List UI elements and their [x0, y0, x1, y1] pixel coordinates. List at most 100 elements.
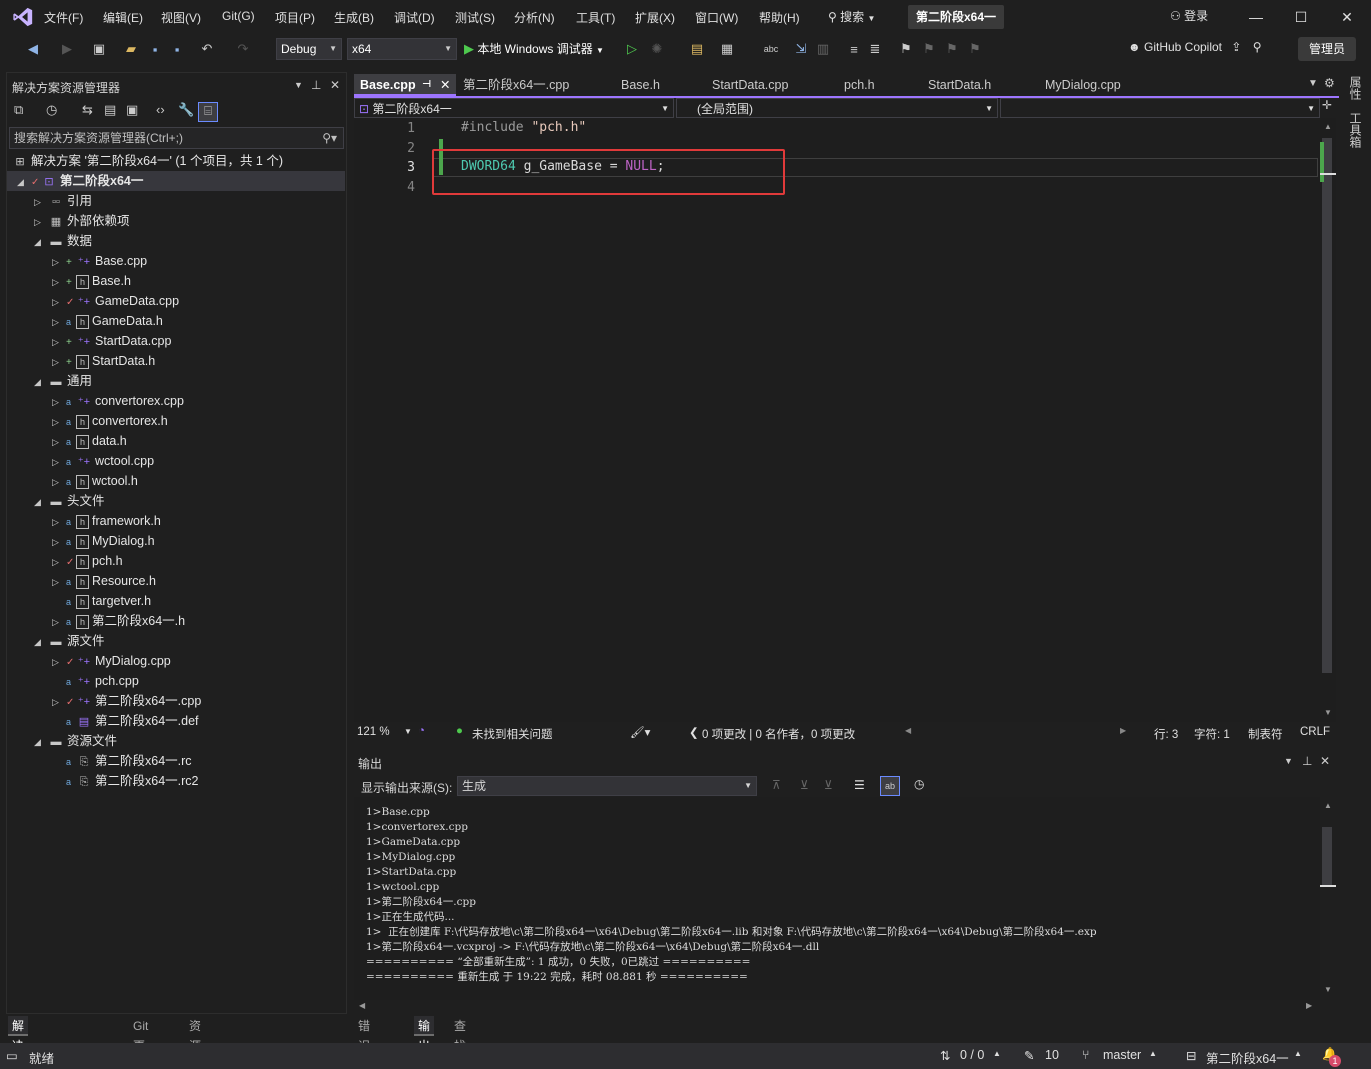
- login-button[interactable]: ⚇ 登录: [1170, 7, 1208, 24]
- collapse-arrow-icon[interactable]: ◢: [34, 732, 48, 752]
- tree-item[interactable]: ▷ a ⁺+ wctool.cpp: [52, 451, 154, 471]
- pin-icon[interactable]: ⊥: [311, 78, 321, 92]
- side-tab-toolbox[interactable]: 工具箱: [1344, 112, 1364, 148]
- clear-bookmark-icon[interactable]: ⚑: [966, 40, 984, 58]
- tab-base-cpp[interactable]: Base.cpp ⊣ ✕: [354, 74, 456, 96]
- scroll-thumb[interactable]: [1322, 138, 1332, 673]
- tab-output[interactable]: 输出: [414, 1016, 435, 1053]
- minimize-button[interactable]: —: [1236, 4, 1276, 30]
- vs-switch-icon[interactable]: ⧉: [14, 102, 23, 118]
- member-select[interactable]: ▼: [1000, 98, 1320, 118]
- collapse-arrow-icon[interactable]: ◢: [34, 372, 48, 392]
- start-without-debugging-icon[interactable]: ▷: [623, 40, 641, 58]
- output-hscrollbar[interactable]: ◀ ▶: [354, 1001, 1320, 1014]
- project-scope-select[interactable]: ⊡ 第二阶段x64一 ▼: [354, 98, 674, 118]
- close-icon[interactable]: ✕: [1320, 754, 1330, 768]
- scroll-thumb[interactable]: [1322, 827, 1332, 887]
- bookmark-icon[interactable]: ⚑: [897, 40, 915, 58]
- menu-help[interactable]: 帮助(H): [759, 9, 800, 26]
- expand-arrow-icon[interactable]: ▷: [52, 352, 66, 372]
- tab-list-icon[interactable]: ▼: [1308, 78, 1318, 89]
- git-changes-status[interactable]: 0 项更改 | 0 名作者，0 项更改: [702, 726, 855, 742]
- issues-status[interactable]: 未找到相关问题: [472, 726, 553, 742]
- tree-item[interactable]: a ⎘ 第二阶段x64一.rc2: [52, 771, 199, 791]
- history-icon[interactable]: ◷: [46, 102, 57, 118]
- side-tab-properties[interactable]: 属性: [1344, 76, 1364, 100]
- save-all-icon[interactable]: ▪: [168, 40, 186, 58]
- expand-arrow-icon[interactable]: ▷: [52, 532, 66, 552]
- menu-analyze[interactable]: 分析(N): [514, 9, 555, 26]
- project-node[interactable]: ◢ ✓ ⊡ 第二阶段x64一: [7, 171, 345, 191]
- menu-git[interactable]: Git(G): [222, 9, 255, 23]
- pending-edits-count[interactable]: 10: [1045, 1048, 1059, 1062]
- line-indicator[interactable]: 行: 3: [1154, 726, 1178, 742]
- expand-arrow-icon[interactable]: ▷: [52, 412, 66, 432]
- scroll-down-icon[interactable]: ▼: [1324, 985, 1332, 994]
- close-window-button[interactable]: ✕: [1327, 4, 1367, 30]
- new-project-icon[interactable]: ▣: [90, 40, 108, 58]
- tree-item[interactable]: ▷ a h framework.h: [52, 511, 161, 531]
- menu-edit[interactable]: 编辑(E): [103, 9, 143, 26]
- zoom-level[interactable]: 121 %: [357, 726, 390, 738]
- comment-icon[interactable]: ▥: [814, 40, 832, 58]
- expand-arrow-icon[interactable]: ▷: [34, 192, 48, 212]
- start-debugging-button[interactable]: ▶ 本地 Windows 调试器 ▼: [464, 40, 604, 57]
- tree-item[interactable]: ◢ ▬ 资源文件: [34, 731, 117, 751]
- tab-solution-explorer[interactable]: 解决方案资源管理器: [8, 1016, 29, 1069]
- tree-item[interactable]: a h targetver.h: [52, 591, 151, 611]
- expand-arrow-icon[interactable]: ▷: [52, 292, 66, 312]
- output-source-select[interactable]: 生成 ▼: [457, 776, 757, 796]
- search-button[interactable]: ⚲ 搜索 ▼: [828, 6, 896, 28]
- tree-item[interactable]: ▷ ✓ ⁺+ GameData.cpp: [52, 291, 179, 311]
- tree-item[interactable]: ▷ a ⁺+ convertorex.cpp: [52, 391, 184, 411]
- code-icon[interactable]: ‹›: [156, 102, 165, 117]
- tab-startdata-cpp[interactable]: StartData.cpp: [706, 74, 836, 96]
- tree-item[interactable]: a ⎘ 第二阶段x64一.rc: [52, 751, 192, 771]
- expand-arrow-icon[interactable]: ▷: [52, 512, 66, 532]
- open-folder-icon[interactable]: ▰: [122, 40, 140, 58]
- expand-arrow-icon[interactable]: ▷: [52, 452, 66, 472]
- menu-build[interactable]: 生成(B): [334, 9, 374, 26]
- expand-arrow-icon[interactable]: ▷: [52, 332, 66, 352]
- collapse-arrow-icon[interactable]: ◢: [34, 492, 48, 512]
- close-icon[interactable]: ✕: [440, 74, 450, 96]
- tree-item[interactable]: ◢ ▬ 通用: [34, 371, 92, 391]
- step-icon[interactable]: ⇲: [792, 40, 810, 58]
- solution-search-input[interactable]: 搜索解决方案资源管理器(Ctrl+;) ⚲▾: [9, 127, 344, 149]
- tab-resource-view[interactable]: 资源视图: [185, 1016, 205, 1069]
- tab-base-h[interactable]: Base.h: [615, 74, 703, 96]
- expand-arrow-icon[interactable]: ▷: [52, 392, 66, 412]
- forward-icon[interactable]: ▶: [58, 40, 76, 58]
- tree-item[interactable]: a ⁺+ pch.cpp: [52, 671, 139, 691]
- back-icon[interactable]: ◀: [24, 40, 42, 58]
- output-scrollbar[interactable]: ▲ ▼: [1320, 797, 1336, 1000]
- clear-all-icon[interactable]: ☰: [854, 778, 865, 792]
- tree-item[interactable]: a ▤ 第二阶段x64一.def: [52, 711, 199, 731]
- tree-item[interactable]: ▷ a h Resource.h: [52, 571, 156, 591]
- tree-item[interactable]: ▷ a h GameData.h: [52, 311, 163, 331]
- collapse-all-icon[interactable]: ▤: [104, 102, 116, 118]
- scroll-right-icon[interactable]: ▶: [1120, 726, 1126, 735]
- prev-message-icon[interactable]: ⊻: [800, 778, 809, 792]
- save-icon[interactable]: ▪: [146, 40, 164, 58]
- tree-item[interactable]: ◢ ▬ 数据: [34, 231, 92, 251]
- tree-item[interactable]: ▷ a h wctool.h: [52, 471, 138, 491]
- tree-item[interactable]: ▷ ✓ ⁺+ 第二阶段x64一.cpp: [52, 691, 201, 711]
- sync-icon[interactable]: ⇆: [82, 102, 93, 118]
- tab-startdata-h[interactable]: StartData.h: [922, 74, 1037, 96]
- split-editor-icon[interactable]: ✛: [1322, 98, 1332, 112]
- tree-item[interactable]: ◢ ▬ 头文件: [34, 491, 105, 511]
- editor-scrollbar[interactable]: ▲ ▼: [1320, 118, 1336, 722]
- find-message-icon[interactable]: ⊼: [772, 778, 781, 792]
- tree-item[interactable]: ▷ a h MyDialog.h: [52, 531, 155, 551]
- expand-arrow-icon[interactable]: ▷: [52, 272, 66, 292]
- scroll-up-icon[interactable]: ▲: [1324, 122, 1332, 131]
- menu-project[interactable]: 项目(P): [275, 9, 315, 26]
- wrench-icon[interactable]: 🔧: [178, 102, 194, 118]
- tree-item[interactable]: ▷ a h convertorex.h: [52, 411, 168, 431]
- scroll-down-icon[interactable]: ▼: [1324, 708, 1332, 717]
- tab-error-list[interactable]: 错误列表: [354, 1016, 374, 1069]
- next-bookmark-icon[interactable]: ⚑: [943, 40, 961, 58]
- hot-reload-icon[interactable]: ✺: [648, 40, 666, 58]
- collapse-arrow-icon[interactable]: ◢: [34, 632, 48, 652]
